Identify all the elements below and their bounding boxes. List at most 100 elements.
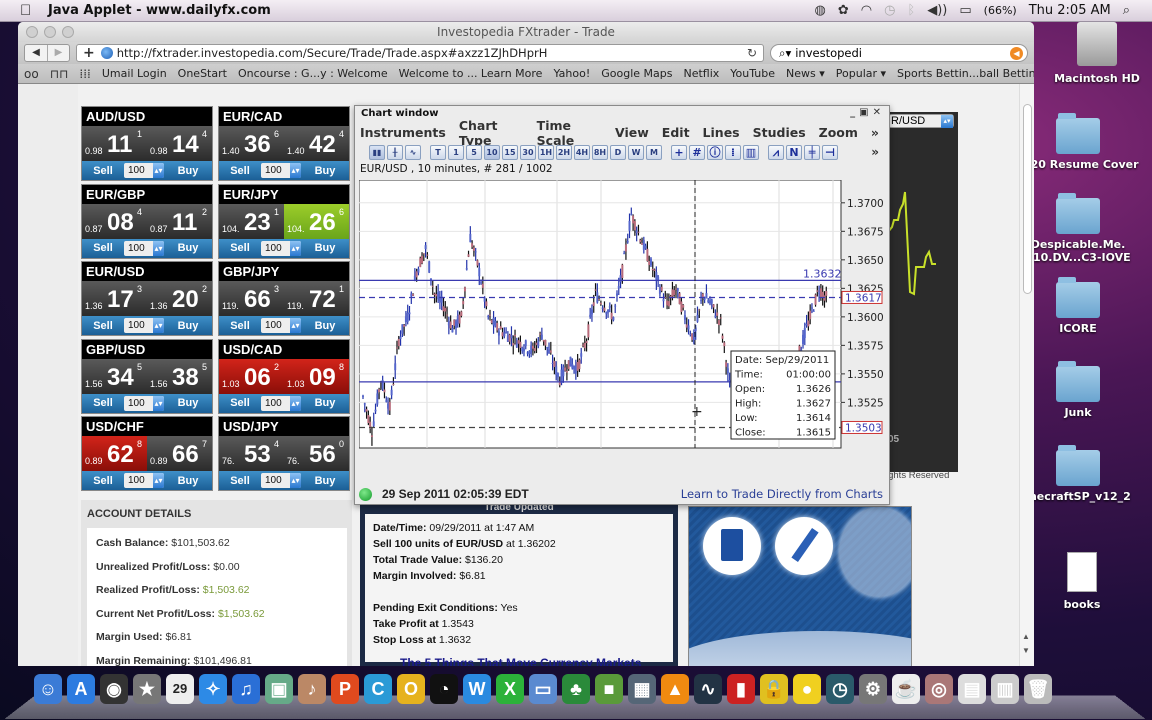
toolbar-overflow-icon[interactable]: »	[871, 145, 879, 159]
buy-button[interactable]: Buy	[301, 242, 349, 254]
bookmark-item[interactable]: Umail Login	[102, 67, 167, 80]
snapback-icon[interactable]: ◀	[1010, 46, 1023, 60]
dock-c-app-icon[interactable]: C	[364, 674, 392, 704]
bookmark-item[interactable]: Popular ▾	[836, 67, 886, 80]
bar-chart-icon[interactable]: ╫	[387, 144, 403, 160]
app-name[interactable]: Java Applet - www.dailyfx.com	[48, 3, 271, 18]
sell-button[interactable]: Sell	[219, 397, 261, 409]
sell-button[interactable]: Sell	[82, 320, 124, 332]
trendline-icon[interactable]: ⩘	[768, 144, 784, 160]
dock-powerpoint-icon[interactable]: P	[331, 674, 359, 704]
desktop-icon[interactable]: Macintosh HD	[1042, 22, 1152, 85]
bookmark-item[interactable]: Sports Bettin...ball Betting	[897, 67, 1034, 80]
quantity-stepper[interactable]: 100 ▴▾	[124, 473, 164, 488]
desktop-icon[interactable]: Junk	[1023, 361, 1133, 419]
currency-markets-link[interactable]: The 5 Things That Move Currency Markets	[400, 656, 641, 666]
buy-price[interactable]: 1.36 20 2	[147, 281, 212, 316]
dock-safari-icon[interactable]: ✧	[199, 674, 227, 704]
reload-icon[interactable]: ↻	[747, 46, 757, 60]
add-bookmark-icon[interactable]: +	[83, 45, 95, 61]
dock-activity-monitor-icon[interactable]: ∿	[694, 674, 722, 704]
buy-button[interactable]: Buy	[301, 397, 349, 409]
timeframe-4h[interactable]: 4H	[574, 144, 590, 160]
close-button[interactable]	[26, 26, 38, 38]
wifi-icon[interactable]: ◠	[861, 3, 872, 18]
crosshair-icon[interactable]: +	[671, 144, 687, 160]
quantity-value[interactable]: 100	[128, 165, 145, 176]
url-text[interactable]: http://fxtrader.investopedia.com/Secure/…	[117, 46, 548, 60]
buy-price[interactable]: 1.03 09 8	[284, 358, 349, 394]
chart-menu-zoom[interactable]: Zoom	[819, 125, 858, 140]
sell-price[interactable]: 76. 53 4	[219, 436, 284, 471]
stepper-arrows-icon[interactable]: ▴▾	[290, 395, 301, 411]
buy-button[interactable]: Buy	[301, 320, 349, 332]
dock-dashboard-icon[interactable]: ◉	[100, 674, 128, 704]
buy-price[interactable]: 0.87 11 2	[147, 204, 212, 239]
dock-documents-icon[interactable]: ▤	[958, 674, 986, 704]
desktop-icon[interactable]: inecraftSP_v12_2	[1023, 445, 1133, 503]
sell-button[interactable]: Sell	[82, 475, 124, 487]
chart-menu-lines[interactable]: Lines	[703, 125, 740, 140]
candlestick-chart[interactable]: 1.37001.36751.36501.36251.36001.35751.35…	[359, 180, 889, 450]
bluetooth-icon[interactable]: ᛒ	[907, 3, 915, 18]
menu-overflow-icon[interactable]: »	[871, 125, 879, 140]
bookmarks-icon[interactable]: ⊓⊓	[50, 67, 69, 81]
chart-menu-instruments[interactable]: Instruments	[360, 125, 446, 140]
buy-button[interactable]: Buy	[164, 397, 212, 409]
timeframe-2h[interactable]: 2H	[556, 144, 572, 160]
buy-button[interactable]: Buy	[301, 165, 349, 177]
quantity-value[interactable]: 100	[128, 475, 145, 486]
sell-price[interactable]: 1.36 17 3	[82, 281, 147, 316]
quantity-value[interactable]: 100	[128, 398, 145, 409]
buy-button[interactable]: Buy	[301, 475, 349, 487]
dock-itunes-icon[interactable]: ♫	[232, 674, 260, 704]
learn-link[interactable]: Learn to Trade Directly from Charts	[681, 487, 883, 501]
quantity-value[interactable]: 100	[128, 320, 145, 331]
quantity-value[interactable]: 100	[265, 398, 282, 409]
quantity-value[interactable]: 100	[265, 320, 282, 331]
sell-price[interactable]: 1.03 06 2	[219, 358, 284, 394]
dock-tree-icon[interactable]: ♣	[562, 674, 590, 704]
buy-button[interactable]: Buy	[164, 475, 212, 487]
desktop-icon[interactable]: books	[1027, 552, 1137, 611]
quantity-stepper[interactable]: 100 ▴▾	[124, 240, 164, 256]
stepper-arrows-icon[interactable]: ▴▾	[290, 240, 301, 256]
close-icon[interactable]: ✕	[873, 107, 885, 118]
sell-button[interactable]: Sell	[82, 242, 124, 254]
quantity-stepper[interactable]: 100 ▴▾	[261, 163, 301, 178]
sell-button[interactable]: Sell	[219, 475, 261, 487]
book-icon[interactable]	[703, 517, 761, 575]
line-chart-icon[interactable]: ∿	[405, 144, 421, 160]
dock-downloads-icon[interactable]: ▥	[991, 674, 1019, 704]
sell-price[interactable]: 119. 66 3	[219, 281, 284, 316]
dock-cyberduck-icon[interactable]: ●	[793, 674, 821, 704]
quantity-stepper[interactable]: 100 ▴▾	[261, 240, 301, 256]
timeframe-m[interactable]: M	[646, 144, 662, 160]
horizontal-line-icon[interactable]: ⊣	[822, 144, 838, 160]
sell-price[interactable]: 104. 23 1	[219, 204, 284, 239]
dock-app-store-icon[interactable]: A	[67, 674, 95, 704]
pencil-icon[interactable]	[775, 517, 833, 575]
stepper-arrows-icon[interactable]: ▴▾	[153, 318, 164, 333]
dock-display-icon[interactable]: ▭	[529, 674, 557, 704]
timeframe-d[interactable]: D	[610, 144, 626, 160]
bookmark-item[interactable]: Netflix	[683, 67, 719, 80]
timeframe-t[interactable]: T	[430, 144, 446, 160]
bookmark-item[interactable]: Oncourse : G...y : Welcome	[238, 67, 388, 80]
chart-menu-edit[interactable]: Edit	[662, 125, 690, 140]
quantity-stepper[interactable]: 100 ▴▾	[261, 395, 301, 411]
info-icon[interactable]: ⓘ	[707, 144, 723, 160]
pair-select[interactable]: R/USD ▴▾	[888, 114, 954, 128]
dock-minecraft-icon[interactable]: ■	[595, 674, 623, 704]
learn-banner[interactable]	[688, 506, 912, 666]
dock-garageband-icon[interactable]: ♪	[298, 674, 326, 704]
sell-price[interactable]: 1.56 34 5	[82, 359, 147, 394]
volume-icon[interactable]: ▥	[743, 144, 759, 160]
arrows-icon[interactable]	[839, 507, 911, 597]
desktop-icon[interactable]: Despicable.Me. 010.DV...C3-IOVE	[1023, 193, 1133, 264]
stepper-arrows-icon[interactable]: ▴▾	[153, 395, 164, 411]
stepper-arrows-icon[interactable]: ▴▾	[153, 473, 164, 488]
page-scrollbar[interactable]: ▲ ▼	[1019, 84, 1034, 666]
sell-button[interactable]: Sell	[82, 165, 124, 177]
buy-price[interactable]: 1.56 38 5	[147, 359, 212, 394]
